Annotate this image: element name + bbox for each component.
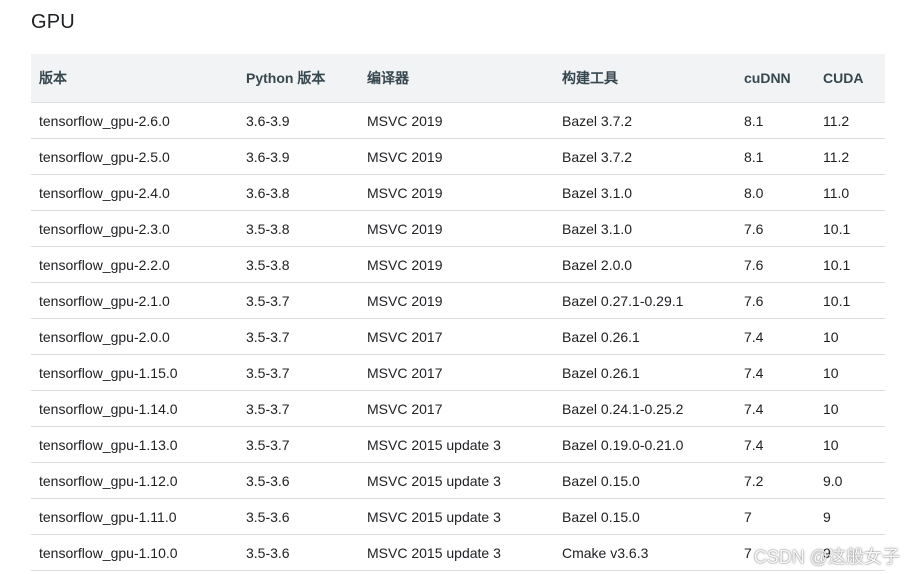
cell-cudnn: 7.2: [736, 462, 815, 499]
cell-cudnn: 8.1: [736, 138, 815, 175]
cell-version: tensorflow_gpu-2.2.0: [31, 246, 238, 283]
cell-compiler: MSVC 2019: [359, 174, 554, 211]
table-row: tensorflow_gpu-2.3.0 3.5-3.8 MSVC 2019 Baze…: [31, 210, 885, 247]
cell-version: tensorflow_gpu-1.10.0: [31, 534, 238, 571]
cell-build-tools: Bazel 0.26.1: [554, 318, 736, 355]
table-row: tensorflow_gpu-2.1.0 3.5-3.7 MSVC 2019 Baze…: [31, 282, 885, 319]
section-heading-gpu: GPU: [31, 11, 75, 33]
table-row: tensorflow_gpu-1.13.0 3.5-3.7 MSVC 2015 up…: [31, 426, 885, 463]
table-row: tensorflow_gpu-2.2.0 3.5-3.8 MSVC 2019 Baze…: [31, 246, 885, 283]
cell-compiler: MSVC 2017: [359, 354, 554, 391]
cell-build-tools: Bazel 0.19.0-0.21.0: [554, 426, 736, 463]
table-row: tensorflow_gpu-1.14.0 3.5-3.7 MSVC 2017 Baz…: [31, 390, 885, 427]
table-row: tensorflow_gpu-1.11.0 3.5-3.6 MSVC 2015 up…: [31, 498, 885, 535]
cell-compiler: MSVC 2019: [359, 138, 554, 175]
cell-python-version: 3.5-3.8: [238, 210, 359, 247]
cell-python-version: 3.5-3.8: [238, 246, 359, 283]
cell-compiler: MSVC 2019: [359, 210, 554, 247]
cell-build-tools: Bazel 0.24.1-0.25.2: [554, 390, 736, 427]
cell-python-version: 3.6-3.8: [238, 174, 359, 211]
cell-build-tools: Bazel 0.27.1-0.29.1: [554, 282, 736, 319]
cell-build-tools: Bazel 3.1.0: [554, 210, 736, 247]
cell-python-version: 3.5-3.6: [238, 498, 359, 535]
gpu-build-config-table: 版本 Python 版本 编译器 构建工具 cuDNN CUDA tensorflow_g…: [31, 54, 885, 571]
table-header-row: 版本 Python 版本 编译器 构建工具 cuDNN CUDA: [31, 54, 885, 103]
cell-build-tools: Bazel 3.1.0: [554, 174, 736, 211]
cell-python-version: 3.5-3.7: [238, 282, 359, 319]
cell-cuda: 10: [815, 426, 885, 463]
cell-version: tensorflow_gpu-2.5.0: [31, 138, 238, 175]
cell-cuda: 10.1: [815, 282, 885, 319]
cell-python-version: 3.5-3.6: [238, 462, 359, 499]
cell-python-version: 3.5-3.6: [238, 534, 359, 571]
cell-build-tools: Bazel 0.26.1: [554, 354, 736, 391]
table-body: tensorflow_gpu-2.6.0 3.6-3.9 MSVC 2019 Baze…: [31, 102, 885, 571]
cell-cuda: 9.0: [815, 462, 885, 499]
cell-compiler: MSVC 2015 update 3: [359, 498, 554, 535]
cell-cuda: 11.2: [815, 102, 885, 139]
cell-compiler: MSVC 2015 update 3: [359, 462, 554, 499]
cell-python-version: 3.5-3.7: [238, 318, 359, 355]
cell-python-version: 3.5-3.7: [238, 390, 359, 427]
cell-cudnn: 7.4: [736, 426, 815, 463]
cell-python-version: 3.5-3.7: [238, 426, 359, 463]
cell-cudnn: 7.4: [736, 318, 815, 355]
cell-cuda: 11.0: [815, 174, 885, 211]
cell-build-tools: Bazel 2.0.0: [554, 246, 736, 283]
cell-python-version: 3.6-3.9: [238, 102, 359, 139]
column-header-build-tools: 构建工具: [554, 54, 736, 103]
cell-compiler: MSVC 2015 update 3: [359, 534, 554, 571]
cell-version: tensorflow_gpu-1.12.0: [31, 462, 238, 499]
cell-cuda: 10.1: [815, 246, 885, 283]
cell-cuda: 11.2: [815, 138, 885, 175]
cell-compiler: MSVC 2015 update 3: [359, 426, 554, 463]
table-row: tensorflow_gpu-2.5.0 3.6-3.9 MSVC 2019 Baze…: [31, 138, 885, 175]
cell-cuda: 10.1: [815, 210, 885, 247]
column-header-version: 版本: [31, 54, 238, 103]
table-row: tensorflow_gpu-2.6.0 3.6-3.9 MSVC 2019 Baze…: [31, 102, 885, 139]
column-header-compiler: 编译器: [359, 54, 554, 103]
column-header-cudnn: cuDNN: [736, 54, 815, 103]
cell-compiler: MSVC 2019: [359, 102, 554, 139]
cell-cuda: 10: [815, 318, 885, 355]
cell-compiler: MSVC 2017: [359, 390, 554, 427]
cell-cudnn: 7.4: [736, 390, 815, 427]
cell-cudnn: 8.1: [736, 102, 815, 139]
cell-cudnn: 7: [736, 498, 815, 535]
cell-version: tensorflow_gpu-1.14.0: [31, 390, 238, 427]
cell-cudnn: 7.6: [736, 210, 815, 247]
cell-version: tensorflow_gpu-1.11.0: [31, 498, 238, 535]
cell-python-version: 3.6-3.9: [238, 138, 359, 175]
cell-cudnn: 7.6: [736, 246, 815, 283]
cell-cuda: 9: [815, 498, 885, 535]
table-row: tensorflow_gpu-2.0.0 3.5-3.7 MSVC 2017 Baze…: [31, 318, 885, 355]
cell-cudnn: 7.6: [736, 282, 815, 319]
table-row: tensorflow_gpu-1.15.0 3.5-3.7 MSVC 2017 Baz…: [31, 354, 885, 391]
column-header-python-version: Python 版本: [238, 54, 359, 103]
cell-python-version: 3.5-3.7: [238, 354, 359, 391]
cell-build-tools: Cmake v3.6.3: [554, 534, 736, 571]
cell-version: tensorflow_gpu-2.3.0: [31, 210, 238, 247]
cell-cudnn: 8.0: [736, 174, 815, 211]
cell-version: tensorflow_gpu-1.13.0: [31, 426, 238, 463]
cell-build-tools: Bazel 3.7.2: [554, 138, 736, 175]
cell-build-tools: Bazel 0.15.0: [554, 498, 736, 535]
table-row: tensorflow_gpu-1.12.0 3.5-3.6 MSVC 2015 up…: [31, 462, 885, 499]
cell-version: tensorflow_gpu-2.1.0: [31, 282, 238, 319]
cell-version: tensorflow_gpu-2.0.0: [31, 318, 238, 355]
cell-compiler: MSVC 2019: [359, 246, 554, 283]
cell-version: tensorflow_gpu-1.15.0: [31, 354, 238, 391]
cell-build-tools: Bazel 0.15.0: [554, 462, 736, 499]
cell-cuda: 10: [815, 354, 885, 391]
table-row: tensorflow_gpu-2.4.0 3.6-3.8 MSVC 2019 Baze…: [31, 174, 885, 211]
cell-cuda: 10: [815, 390, 885, 427]
cell-version: tensorflow_gpu-2.4.0: [31, 174, 238, 211]
cell-compiler: MSVC 2017: [359, 318, 554, 355]
column-header-cuda: CUDA: [815, 54, 885, 103]
cell-version: tensorflow_gpu-2.6.0: [31, 102, 238, 139]
cell-build-tools: Bazel 3.7.2: [554, 102, 736, 139]
cell-cudnn: 7.4: [736, 354, 815, 391]
cell-compiler: MSVC 2019: [359, 282, 554, 319]
csdn-watermark: CSDN @这般女子: [753, 547, 900, 567]
